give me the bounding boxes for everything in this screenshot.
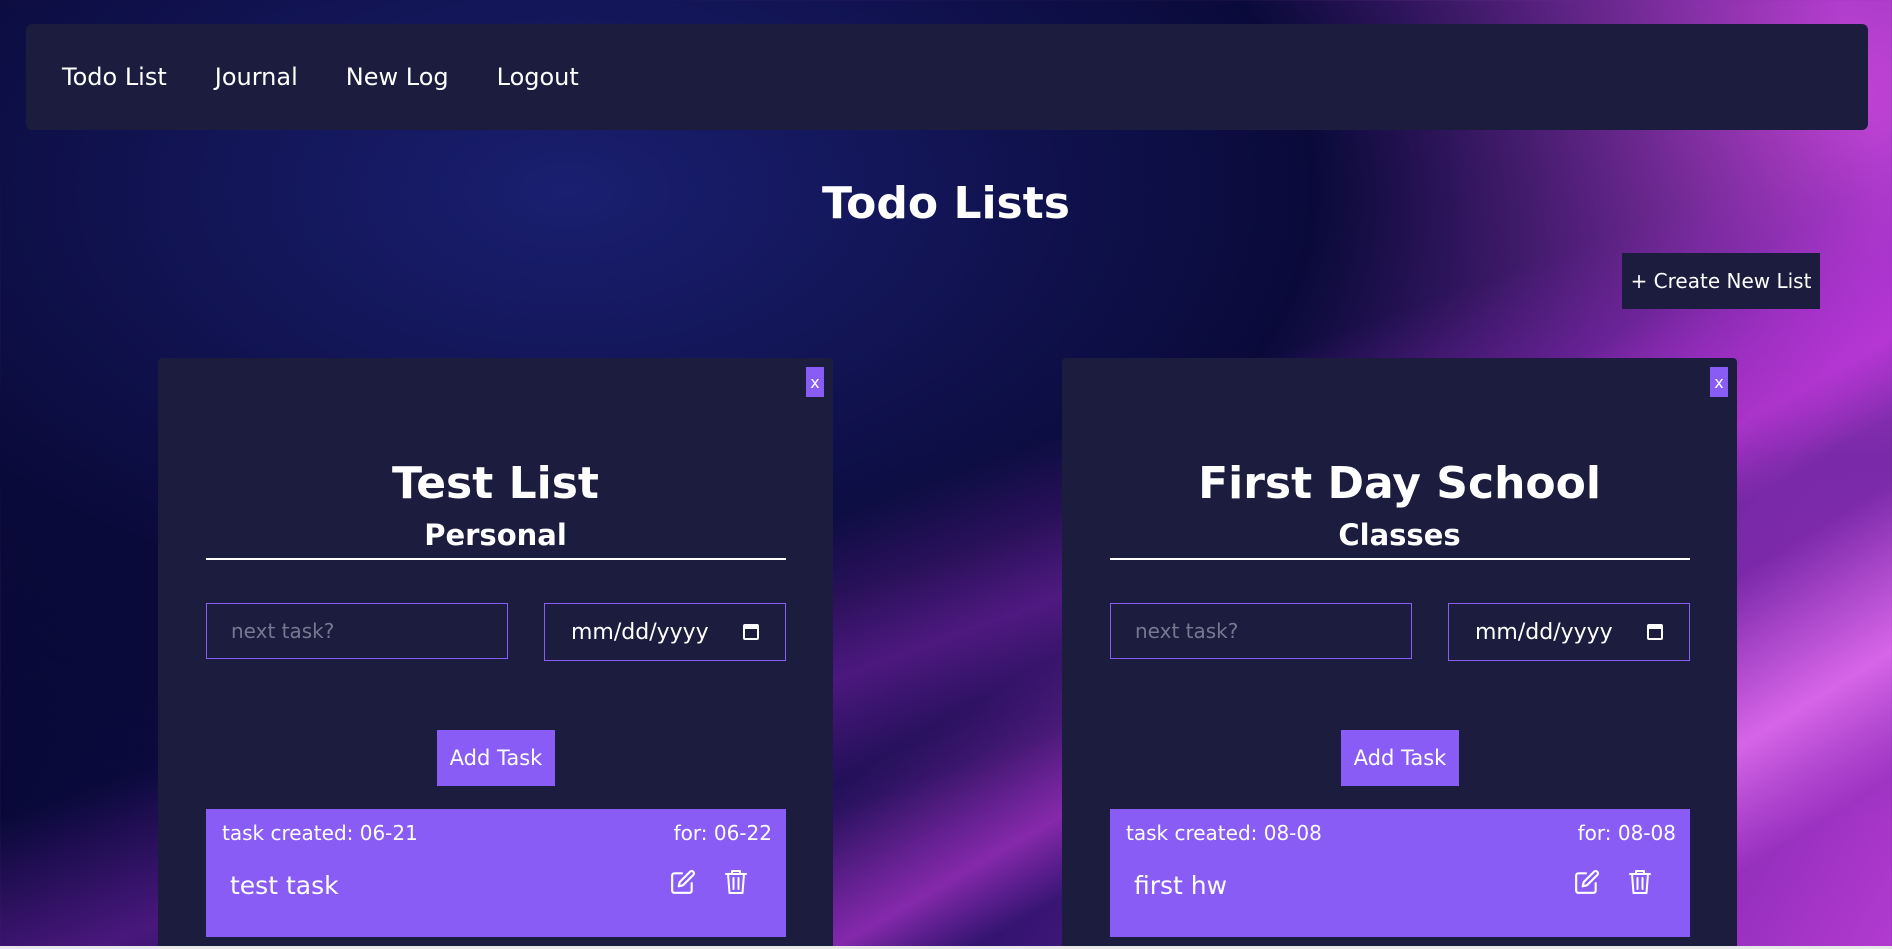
- nav-link-todo-list[interactable]: Todo List: [62, 63, 167, 91]
- list-category: Personal: [424, 518, 567, 552]
- date-input[interactable]: mm/dd/yyyy: [544, 603, 786, 661]
- calendar-icon[interactable]: [743, 624, 759, 640]
- task-input[interactable]: [206, 603, 508, 659]
- todo-list-card: x Test List Personal mm/dd/yyyy Add Task…: [158, 358, 833, 949]
- task-input[interactable]: [1110, 603, 1412, 659]
- task-text: test task: [230, 871, 339, 900]
- task-due-date: for: 08-08: [1577, 821, 1676, 845]
- nav-link-logout[interactable]: Logout: [497, 63, 579, 91]
- add-task-button[interactable]: Add Task: [1341, 730, 1459, 786]
- list-category: Classes: [1338, 518, 1461, 552]
- date-input[interactable]: mm/dd/yyyy: [1448, 603, 1690, 661]
- trash-icon[interactable]: [1628, 869, 1652, 895]
- date-placeholder: mm/dd/yyyy: [1475, 619, 1613, 645]
- add-task-button[interactable]: Add Task: [437, 730, 555, 786]
- close-list-button[interactable]: x: [1710, 367, 1728, 397]
- task-text: first hw: [1134, 871, 1228, 900]
- task-created-date: task created: 08-08: [1126, 821, 1322, 845]
- close-list-button[interactable]: x: [806, 367, 824, 397]
- divider: [206, 558, 786, 560]
- task-due-date: for: 06-22: [673, 821, 772, 845]
- list-title: Test List: [392, 458, 599, 509]
- calendar-icon[interactable]: [1647, 624, 1663, 640]
- edit-icon[interactable]: [670, 869, 696, 895]
- nav-link-journal[interactable]: Journal: [215, 63, 298, 91]
- list-title: First Day School: [1198, 458, 1601, 509]
- task-created-date: task created: 06-21: [222, 821, 418, 845]
- divider: [1110, 558, 1690, 560]
- date-placeholder: mm/dd/yyyy: [571, 619, 709, 645]
- task-item: task created: 06-21 for: 06-22 test task: [206, 809, 786, 937]
- create-new-list-button[interactable]: + Create New List: [1622, 253, 1820, 309]
- nav-link-new-log[interactable]: New Log: [346, 63, 449, 91]
- edit-icon[interactable]: [1574, 869, 1600, 895]
- todo-list-card: x First Day School Classes mm/dd/yyyy Ad…: [1062, 358, 1737, 949]
- page-title: Todo Lists: [822, 178, 1070, 229]
- task-item: task created: 08-08 for: 08-08 first hw: [1110, 809, 1690, 937]
- navbar: Todo List Journal New Log Logout: [26, 24, 1868, 130]
- trash-icon[interactable]: [724, 869, 748, 895]
